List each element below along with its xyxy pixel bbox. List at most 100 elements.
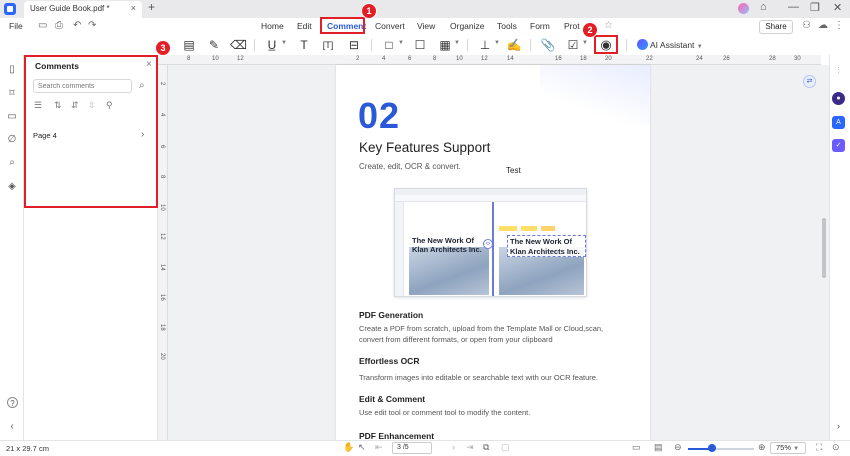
- ai-assistant-icon[interactable]: [637, 39, 648, 50]
- text-comment[interactable]: Test: [506, 166, 521, 175]
- ruler-tick: 30: [794, 56, 801, 62]
- close-tab-icon[interactable]: ×: [131, 3, 136, 13]
- pdf-editor-window: User Guide Book.pdf * × + ⌂ — ❐ ✕ File ▭…: [0, 0, 850, 456]
- undo-icon[interactable]: ↶: [73, 20, 81, 31]
- ai-robot-icon[interactable]: ●: [832, 92, 845, 105]
- markup-icon[interactable]: ☑: [565, 37, 581, 53]
- ruler-tick: 4: [382, 56, 386, 62]
- star-icon[interactable]: ☆: [604, 20, 613, 31]
- bell-icon[interactable]: ⌂: [760, 1, 767, 13]
- page-thumbnails-icon[interactable]: ▯: [5, 63, 19, 77]
- menu-convert[interactable]: Convert: [375, 21, 405, 31]
- layers-icon[interactable]: ◈: [5, 180, 19, 194]
- stamp-icon[interactable]: ⊥: [477, 37, 493, 53]
- page-heading[interactable]: Key Features Support: [359, 140, 490, 155]
- page-number-input[interactable]: 3 /5: [392, 442, 432, 454]
- translate-panel-icon[interactable]: A: [832, 116, 845, 129]
- last-page-icon[interactable]: ⇥: [466, 442, 474, 453]
- collapse-sidebar-icon[interactable]: ‹: [5, 420, 19, 434]
- callout-icon[interactable]: ⊟: [346, 37, 362, 53]
- chevron-down-icon[interactable]: ▼: [494, 40, 500, 46]
- translate-icon[interactable]: ⇄: [803, 75, 816, 88]
- check-panel-icon[interactable]: ✓: [832, 139, 845, 152]
- chevron-down-icon[interactable]: ▼: [582, 40, 588, 46]
- ruler-tick: 20: [605, 56, 612, 62]
- search-icon[interactable]: ⌕: [5, 156, 19, 170]
- ruler-tick: 28: [769, 56, 776, 62]
- zoom-in-icon[interactable]: ⊕: [758, 442, 766, 453]
- ruler-tick: 12: [481, 56, 488, 62]
- close-window-button[interactable]: ✕: [833, 1, 842, 14]
- scrollbar-thumb[interactable]: [822, 218, 826, 278]
- menu-home[interactable]: Home: [261, 21, 284, 31]
- properties-icon[interactable]: ⫶: [832, 64, 845, 77]
- zoom-slider-thumb[interactable]: [707, 444, 716, 452]
- redo-icon[interactable]: ↷: [88, 20, 96, 31]
- eraser-icon[interactable]: ⌫: [230, 37, 247, 53]
- menu-form[interactable]: Form: [530, 21, 550, 31]
- new-tab-button[interactable]: +: [148, 0, 155, 14]
- fit-page-icon[interactable]: ⧉: [483, 442, 489, 453]
- fullscreen-icon[interactable]: ⛶: [816, 442, 822, 453]
- first-page-icon[interactable]: ⇤: [375, 442, 383, 453]
- maximize-button[interactable]: ❐: [810, 1, 820, 14]
- zoom-level-select[interactable]: 75% ▼: [770, 442, 806, 454]
- chevron-down-icon[interactable]: ▼: [398, 40, 404, 46]
- pencil-icon[interactable]: ✎: [206, 37, 222, 53]
- save-icon[interactable]: ▭: [38, 20, 47, 31]
- minimize-button[interactable]: —: [788, 1, 799, 13]
- toolbar-divider: [371, 39, 372, 51]
- ruler-tick: 10: [159, 204, 165, 211]
- shape-icon[interactable]: □: [381, 37, 397, 53]
- attachment-icon[interactable]: 📎: [540, 37, 556, 53]
- help-icon[interactable]: ?: [7, 397, 18, 408]
- view-mode-icon[interactable]: ▤: [654, 442, 663, 453]
- ruler-tick: 2: [159, 82, 165, 86]
- chevron-down-icon[interactable]: ▼: [281, 40, 287, 46]
- rotate-icon[interactable]: ▢: [501, 442, 510, 453]
- menu-file[interactable]: File: [9, 21, 23, 31]
- section-heading: Effortless OCR: [359, 356, 420, 366]
- menu-protect[interactable]: Prot: [564, 21, 580, 31]
- text-comment-icon[interactable]: T: [296, 37, 312, 53]
- text-box-icon[interactable]: [T]: [320, 37, 336, 53]
- menu-edit[interactable]: Edit: [297, 21, 312, 31]
- illustration-sidebar: [395, 202, 404, 296]
- page-subtitle[interactable]: Create, edit, OCR & convert.: [359, 162, 461, 171]
- attachment-icon[interactable]: ∅: [5, 133, 19, 147]
- sticky-note-icon[interactable]: ▤: [181, 37, 197, 53]
- bookmark-icon[interactable]: ⌑: [5, 87, 19, 101]
- next-page-icon[interactable]: ›: [452, 442, 455, 452]
- note-icon[interactable]: ☐: [412, 37, 428, 53]
- ruler-tick: 22: [646, 56, 653, 62]
- chevron-down-icon[interactable]: ▼: [454, 40, 460, 46]
- cloud-upload-icon[interactable]: ☁: [818, 20, 828, 31]
- ruler-tick: 12: [159, 233, 165, 240]
- highlight-box-comments-panel: [24, 55, 158, 208]
- share-button[interactable]: Share: [759, 20, 793, 34]
- area-highlight-icon[interactable]: ▦: [437, 37, 453, 53]
- hand-tool-icon[interactable]: ✋: [343, 442, 354, 453]
- right-sidebar-rail: [829, 55, 850, 440]
- group-icon[interactable]: ⚇: [802, 20, 811, 31]
- signature-icon[interactable]: ✍: [506, 37, 522, 53]
- expand-panel-icon[interactable]: ›: [832, 420, 845, 433]
- underline-icon[interactable]: U̲: [264, 37, 280, 53]
- collapse-icon[interactable]: ⊙: [832, 442, 840, 453]
- step-badge-3: 3: [155, 40, 171, 56]
- page-layout-icon[interactable]: ▭: [632, 442, 641, 453]
- more-icon[interactable]: ⋮: [834, 20, 844, 31]
- document-tab[interactable]: User Guide Book.pdf * ×: [24, 1, 142, 18]
- zoom-out-icon[interactable]: ⊖: [674, 442, 682, 453]
- toolbar-divider: [254, 39, 255, 51]
- comment-icon[interactable]: ▭: [5, 110, 19, 124]
- ruler-tick: 16: [159, 294, 165, 301]
- ai-assistant-button[interactable]: AI Assistant ▼: [650, 40, 703, 50]
- menu-organize[interactable]: Organize: [450, 21, 485, 31]
- menu-view[interactable]: View: [417, 21, 435, 31]
- print-icon[interactable]: ⎙: [55, 20, 63, 31]
- compare-swap-icon: ‹›: [483, 239, 493, 249]
- avatar[interactable]: [738, 3, 749, 14]
- select-tool-icon[interactable]: ↖: [358, 442, 366, 453]
- menu-tools[interactable]: Tools: [497, 21, 517, 31]
